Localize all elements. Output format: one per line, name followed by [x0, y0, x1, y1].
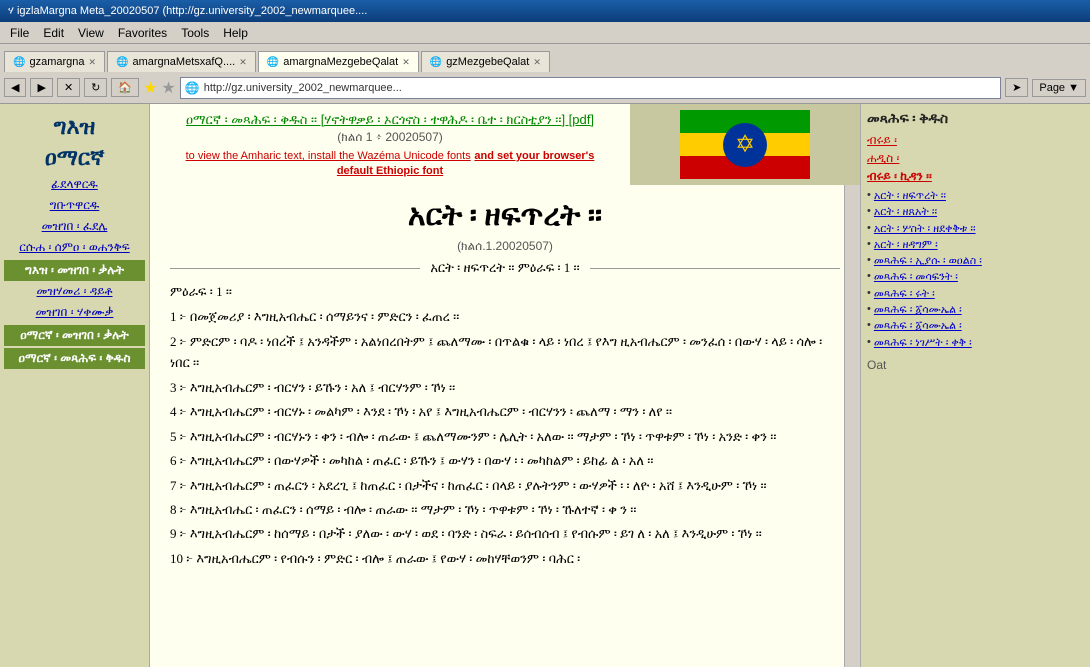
- main-ref: (ክልሰ.1.20020507): [170, 239, 840, 254]
- site-logo: ግእዝ ዐማርኛ: [4, 112, 145, 174]
- ethiopian-flag: ✡: [680, 110, 810, 180]
- menu-file[interactable]: File: [4, 24, 35, 42]
- sidebar-link-gbutewardu[interactable]: ግቡጥዋርዱ: [4, 195, 145, 216]
- flag-star-circle: ✡: [723, 123, 767, 167]
- title-text: ሃ igzlaMargna Meta_20020507 (http://gz.u…: [8, 5, 367, 18]
- verse-section: ምዕራፍ ፡ 1 ፡፡ 1 ፦ በመጀመሪያ ፡ እግዚአብሔር ፡ ሰማይንና…: [170, 281, 840, 569]
- header-notice: to view the Amharic text, install the Wa…: [170, 147, 610, 177]
- rs-bullet-8: • መጻሕፍ ፡ ፩ሳሙኤል ፡: [867, 319, 1084, 333]
- sidebar-link-amh-mezgebe[interactable]: ዐማርኛ ፡ መዝገበ ፡ ቃሉት: [4, 325, 145, 346]
- verse-2: 2 ፦ ምድርም ፡ ባዶ ፡ ነበረች ፤ አንዳችም ፡ አልነበረበትም …: [170, 331, 840, 374]
- rs-bullet-5: • መጻሕፍ ፡ መሳፍንት ፡: [867, 270, 1084, 284]
- rs-link-bruy-kidan[interactable]: ብሩይ ፡ ኪዳን ፡፡: [867, 169, 1084, 184]
- menu-edit[interactable]: Edit: [37, 24, 70, 42]
- main-title: አርት ፡ ዘፍጥረት ፡፡: [170, 199, 840, 233]
- main-content-area: አርት ፡ ዘፍጥረት ፡፡ (ክልሰ.1.20020507) አርት ፡ ዘፍ…: [150, 185, 860, 667]
- go-button[interactable]: ➤: [1005, 78, 1028, 97]
- menu-help[interactable]: Help: [217, 24, 254, 42]
- tab-amargnamezeqe[interactable]: 🌐 amargnaMezgebeQalat ✕: [258, 51, 419, 72]
- sidebar-link-mezhameri[interactable]: መዝሃመሪ ፡ ዳይቶ: [4, 281, 145, 302]
- back-button[interactable]: ◀: [4, 78, 26, 97]
- add-favorites-star[interactable]: ★: [161, 78, 175, 98]
- rs-bullet-2: • አርት ፡ ሦስት ፡ ዘደቀቅቱ ፡፡: [867, 222, 1084, 236]
- verse-3: 3 ፦ እግዚአብሔርም ፡ ብርሃን ፡ ይኹን ፡ አለ ፤ ብርሃንም ፡…: [170, 377, 840, 398]
- rs-bullet-3: • አርት ፡ ዘዳግም ፡: [867, 238, 1084, 252]
- rs-bullet-0: • አርት ፡ ዘፍጥረት ፡፡: [867, 189, 1084, 203]
- tab-bar: 🌐 gzamargnа ✕ 🌐 amargnaMetsхafQ.... ✕ 🌐 …: [0, 44, 1090, 72]
- sidebar-right: መጻሕፍ ፡ ቅዱስ ብሩይ ፡ ሐዲስ ፡ ብሩይ ፡ ኪዳን ፡፡ • አር…: [860, 104, 1090, 667]
- flag-area: ✡: [630, 104, 860, 185]
- address-text: http://gz.university_2002_newmarquee...: [204, 82, 402, 94]
- tab-amargnametshaf[interactable]: 🌐 amargnaMetsхafQ.... ✕: [107, 51, 256, 72]
- header-content: ዐማርኛ ፡ መጻሕፍ ፡ ቅዱስ ፡፡ [ሃኖትዋቃይ ፡ ኦርጎኖስ ፡ ተ…: [150, 104, 630, 185]
- sidebar-link-mezgebe[interactable]: መዝገበ ፡ ፈደሌ: [4, 216, 145, 237]
- home-button[interactable]: 🏠: [111, 78, 139, 97]
- verse-5: 5 ፦ እግዚአብሔርም ፡ ብርሃኑን ፡ ቀን ፡ ብሎ ፡ ጠራው ፤ ጨ…: [170, 426, 840, 447]
- rs-link-hadis[interactable]: ሐዲስ ፡: [867, 151, 1084, 166]
- address-bar[interactable]: 🌐 http://gz.university_2002_newmarquee..…: [180, 77, 1001, 99]
- tab-gzmezeqe[interactable]: 🌐 gzMezgebeQalat ✕: [421, 51, 550, 72]
- tab-close-3[interactable]: ✕: [533, 57, 541, 68]
- refresh-button[interactable]: ↻: [84, 78, 107, 97]
- oat-label: Oat: [867, 358, 1084, 372]
- tab-gzamargna[interactable]: 🌐 gzamargnа ✕: [4, 51, 105, 72]
- section-divider: አርት ፡ ዘፍጥረት ፡፡ ምዕራፍ ፡ 1 ፡፡: [170, 260, 840, 276]
- sidebar-link-rsuha[interactable]: ርሱሐ ፡ ሰምዐ ፡ ወሐንቅፍ: [4, 237, 145, 258]
- sidebar-link-fidelawardu[interactable]: ፊደላዋርዱ: [4, 174, 145, 195]
- stop-button[interactable]: ✕: [57, 78, 80, 97]
- verse-8: 8 ፦ እግዚአብሔር ፡ ጠፈርን ፡ ሰማይ ፡ ብሎ ፡ ጠራው ፡፡ ማ…: [170, 499, 840, 520]
- page-header: ዐማርኛ ፡ መጻሕፍ ፡ ቅዱስ ፡፡ [ሃኖትዋቃይ ፡ ኦርጎኖስ ፡ ተ…: [150, 104, 860, 185]
- title-bar: ሃ igzlaMargna Meta_20020507 (http://gz.u…: [0, 0, 1090, 22]
- menu-view[interactable]: View: [72, 24, 110, 42]
- rs-bullet-6: • መጻሕፍ ፡ ሩት ፡: [867, 287, 1084, 301]
- body-section: ግእዝ ዐማርኛ ፊደላዋርዱ ግቡጥዋርዱ መዝገበ ፡ ፈደሌ ርሱሐ ፡ …: [0, 104, 1090, 667]
- sidebar-left: ግእዝ ዐማርኛ ፊደላዋርዱ ግቡጥዋርዱ መዝገበ ፡ ፈደሌ ርሱሐ ፡ …: [0, 104, 150, 667]
- tab-close-2[interactable]: ✕: [402, 57, 410, 68]
- favorites-star[interactable]: ★: [143, 78, 157, 98]
- menu-favorites[interactable]: Favorites: [112, 24, 173, 42]
- verse-9: 9 ፦ እግዚአብሔርም ፡ ከሰማይ ፡ በታች ፡ ያለው ፡ ውሃ ፡ ወ…: [170, 523, 840, 544]
- section-label: ምዕራፍ ፡ 1 ፡፡: [170, 281, 840, 302]
- toolbar: ◀ ▶ ✕ ↻ 🏠 ★ ★ 🌐 http://gz.university_200…: [0, 72, 1090, 104]
- verse-6: 6 ፦ እግዚአብሔርም ፡ በውሃዎች ፡ መካከል ፡ ጠፈር ፡ ይኹን …: [170, 450, 840, 471]
- verse-1: 1 ፦ በመጀመሪያ ፡ እግዚአብሔር ፡ ሰማይንና ፡ ምድርን ፡ ፈጠ…: [170, 306, 840, 327]
- header-ref: (ክልሰ 1 ፥ 20020507): [170, 130, 610, 145]
- header-top-link[interactable]: ዐማርኛ ፡ መጻሕፍ ፡ ቅዱስ ፡፡ [ሃኖትዋቃይ ፡ ኦርጎኖስ ፡ ተ…: [170, 112, 610, 128]
- verse-7: 7 ፦ እግዚአብሔርም ፡ ጠፈርን ፡ አደረጊ ፤ ከጠፈር ፡ በታችና…: [170, 475, 840, 496]
- scrollbar[interactable]: [844, 185, 860, 667]
- menu-tools[interactable]: Tools: [175, 24, 215, 42]
- page-button[interactable]: Page ▼: [1032, 79, 1086, 97]
- verse-10: 10 ፦ እግዚአብሔርም ፡ የብሱን ፡ ምድር ፡ ብሎ ፤ ጠራው ፤ …: [170, 548, 840, 569]
- rs-link-bruy[interactable]: ብሩይ ፡: [867, 133, 1084, 148]
- sidebar-link-amh-metsahf[interactable]: ዐማርኛ ፡ መጻሕፍ ፡ ቅዱስ: [4, 348, 145, 369]
- sidebar-link-geez-mezgebe[interactable]: ግእዝ ፡ መዝገበ ፡ ቃሉት: [4, 260, 145, 281]
- rs-title: መጻሕፍ ፡ ቅዱስ: [867, 112, 1084, 128]
- rs-bullet-4: • መጻሕፍ ፡ ኢያሱ ፡ ወዐልስ ፡: [867, 254, 1084, 268]
- rs-bullet-1: • አርት ፡ ዘጸአት ፡፡: [867, 205, 1084, 219]
- verse-4: 4 ፦ እግዚአብሔርም ፡ ብርሃኑ ፡ መልካም ፡ እንደ ፡ ኾነ ፡ …: [170, 401, 840, 422]
- menu-bar: File Edit View Favorites Tools Help: [0, 22, 1090, 44]
- forward-button[interactable]: ▶: [30, 78, 52, 97]
- rs-bullet-9: • መጻሕፍ ፡ ነገሥት ፡ ቀቅ ፡: [867, 336, 1084, 350]
- tab-close-0[interactable]: ✕: [89, 57, 97, 68]
- rs-bullets: • አርት ፡ ዘፍጥረት ፡፡ • አርት ፡ ዘጸአት ፡፡ • አርት ፡…: [867, 189, 1084, 350]
- rs-bullet-7: • መጻሕፍ ፡ ፩ሳሙኤል ፡: [867, 303, 1084, 317]
- sidebar-link-mezgebe-haqe[interactable]: መዝገበ ፡ ሃቀሙቃ: [4, 302, 145, 323]
- tab-close-1[interactable]: ✕: [239, 57, 247, 68]
